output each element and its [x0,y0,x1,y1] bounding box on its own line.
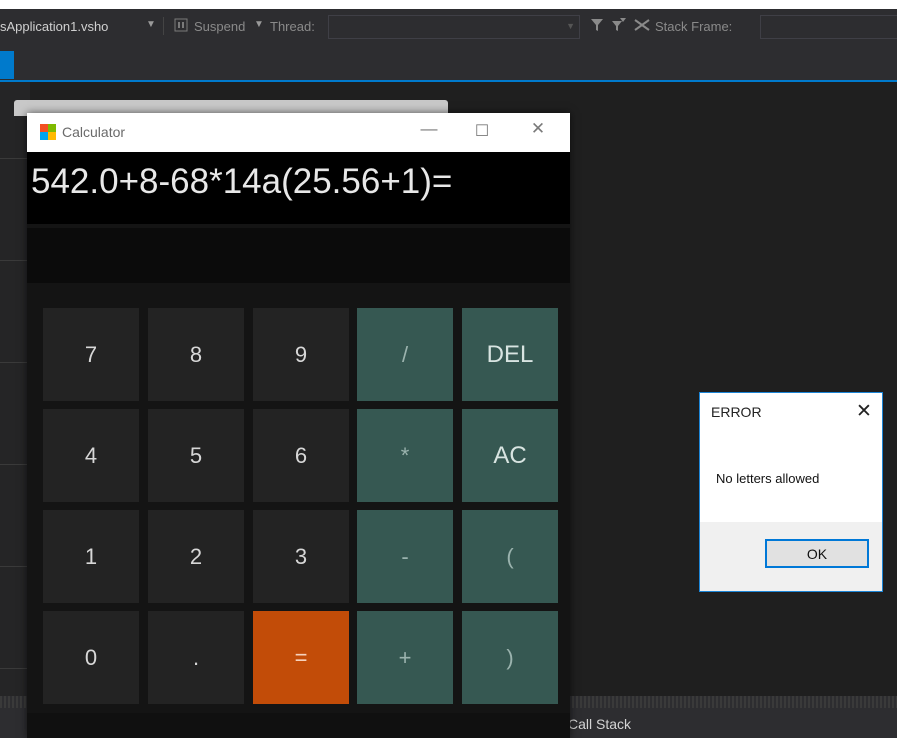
key-9[interactable]: 9 [253,308,349,401]
key-7[interactable]: 7 [43,308,139,401]
process-combo[interactable]: sApplication1.vsho [0,19,108,34]
key-6[interactable]: 6 [253,409,349,502]
active-tab-indicator [0,51,14,79]
calculator-window: Calculator — ☐ ✕ 542.0+8-68*14a(25.56+1)… [27,113,570,738]
key-equals[interactable]: = [253,611,349,704]
thread-label: Thread: [270,19,315,34]
key-open-paren[interactable]: ( [462,510,558,603]
result-display [27,228,570,283]
maximize-button[interactable]: ☐ [467,121,497,141]
key-subtract[interactable]: - [357,510,453,603]
error-dialog: ERROR ✕ No letters allowed OK [699,392,883,592]
key-2[interactable]: 2 [148,510,244,603]
key-1[interactable]: 1 [43,510,139,603]
dialog-footer: OK [700,522,882,591]
key-divide[interactable]: / [357,308,453,401]
key-5[interactable]: 5 [148,409,244,502]
document-tab-strip [0,44,897,82]
panel-divider [0,158,30,159]
key-4[interactable]: 4 [43,409,139,502]
filter-thread-icon[interactable] [611,17,627,36]
key-0[interactable]: 0 [43,611,139,704]
suspend-icon[interactable] [174,18,188,35]
clear-filter-icon[interactable] [634,18,650,35]
filter-icon[interactable] [590,17,604,36]
close-button[interactable]: ✕ [523,119,553,139]
key-multiply[interactable]: * [357,409,453,502]
key-all-clear[interactable]: AC [462,409,558,502]
chevron-down-icon[interactable]: ▼ [146,19,156,30]
left-tool-panel [0,82,30,712]
expression-text: 542.0+8-68*14a(25.56+1)= [31,162,453,201]
stack-frame-label: Stack Frame: [655,19,733,34]
suspend-button[interactable]: Suspend [194,19,245,34]
expression-display: 542.0+8-68*14a(25.56+1)= [27,152,570,224]
panel-divider [0,566,30,567]
chevron-down-icon: ▼ [566,21,575,31]
call-stack-tab[interactable]: Call Stack [568,716,631,732]
key-decimal[interactable]: . [148,611,244,704]
error-dialog-title: ERROR [711,404,762,420]
calculator-app-icon [39,123,57,141]
panel-divider [0,668,30,669]
calculator-bottom-strip [27,713,570,738]
key-8[interactable]: 8 [148,308,244,401]
ok-button[interactable]: OK [765,539,869,568]
key-3[interactable]: 3 [253,510,349,603]
chevron-down-icon[interactable]: ▼ [254,19,264,30]
calculator-titlebar: Calculator — ☐ ✕ [27,113,570,152]
top-gap [0,0,901,9]
right-edge [897,0,901,738]
close-icon[interactable]: ✕ [856,400,872,423]
key-add[interactable]: + [357,611,453,704]
panel-divider [0,464,30,465]
minimize-button[interactable]: — [414,119,444,139]
key-delete[interactable]: DEL [462,308,558,401]
key-close-paren[interactable]: ) [462,611,558,704]
separator [163,17,164,35]
panel-divider [0,362,30,363]
debug-location-toolbar: sApplication1.vsho ▼ Suspend ▼ Thread: ▼… [0,9,899,44]
error-message: No letters allowed [716,471,820,486]
stack-frame-combo[interactable] [760,15,899,39]
panel-divider [0,260,30,261]
thread-combo[interactable]: ▼ [328,15,580,39]
calculator-title: Calculator [62,124,126,140]
